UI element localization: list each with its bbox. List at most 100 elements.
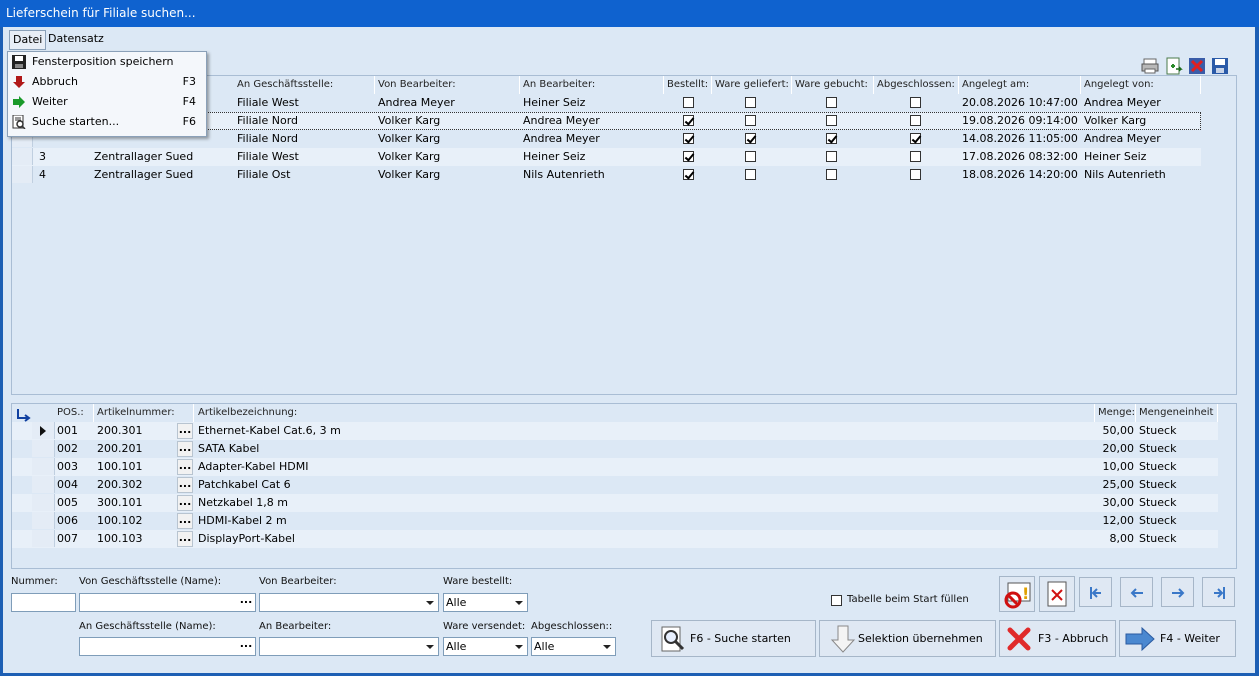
col-an-bearb[interactable]: An Bearbeiter: <box>520 76 664 94</box>
delete-x-icon[interactable] <box>1188 57 1206 75</box>
row-header[interactable] <box>32 494 55 511</box>
ware-versendet-combo[interactable]: Alle <box>443 637 528 656</box>
weiter-button[interactable]: F4 - Weiter <box>1119 620 1236 657</box>
checkbox-geliefert[interactable] <box>745 97 756 108</box>
chevron-down-icon[interactable] <box>422 638 438 655</box>
clear-document-icon <box>1047 581 1067 607</box>
table-row[interactable]: 4 Zentrallager Sued Filiale Ost Volker Karg… <box>12 166 1201 184</box>
checkbox-abgeschlossen[interactable] <box>910 169 921 180</box>
export-excel-icon[interactable] <box>1165 57 1183 75</box>
article-browse-button[interactable]: ... <box>177 513 193 529</box>
list-item[interactable]: 007 100.103 DisplayPort-Kabel... 8,00 Stueck <box>12 530 1218 548</box>
checkbox-gebucht[interactable] <box>826 115 837 126</box>
article-browse-button[interactable]: ... <box>177 423 193 439</box>
abbruch-button[interactable]: F3 - Abbruch <box>999 620 1116 657</box>
row-header[interactable] <box>32 422 55 439</box>
article-browse-button[interactable]: ... <box>177 477 193 493</box>
chevron-down-icon[interactable] <box>511 594 527 611</box>
row-header[interactable] <box>32 458 55 475</box>
col-menge[interactable]: Menge: <box>1095 404 1136 422</box>
clear-filter-button[interactable] <box>1039 576 1075 612</box>
nummer-input[interactable] <box>11 593 76 612</box>
col-geliefert[interactable]: Ware geliefert: <box>712 76 792 94</box>
menu-datensatz[interactable]: Datensatz <box>45 30 107 48</box>
row-header[interactable] <box>32 530 55 547</box>
selektion-uebernehmen-button[interactable]: Selektion übernehmen <box>819 620 996 657</box>
checkbox-geliefert[interactable] <box>745 115 756 126</box>
menu-suche-starten[interactable]: Suche starten... F6 <box>8 112 206 132</box>
printer-icon[interactable] <box>1141 57 1159 75</box>
row-header[interactable] <box>32 512 55 529</box>
checkbox-gebucht[interactable] <box>826 169 837 180</box>
row-header[interactable] <box>32 476 55 493</box>
col-angelegt-von[interactable]: Angelegt von: <box>1081 76 1201 94</box>
col-angelegt-am[interactable]: Angelegt am: <box>959 76 1081 94</box>
checkbox-abgeschlossen[interactable] <box>910 115 921 126</box>
checkbox-abgeschlossen[interactable] <box>910 133 921 144</box>
checkbox-gebucht[interactable] <box>826 97 837 108</box>
cell-artnr: 100.103 <box>97 532 143 545</box>
chevron-down-icon[interactable] <box>599 638 615 655</box>
von-bearb-combo[interactable] <box>259 593 439 612</box>
list-item[interactable]: 002 200.201 SATA Kabel... 20,00 Stueck <box>12 440 1218 458</box>
col-gebucht[interactable]: Ware gebucht: <box>792 76 874 94</box>
article-browse-button[interactable]: ... <box>177 441 193 457</box>
von-gs-browse-button[interactable]: ... <box>237 594 255 611</box>
warning-button[interactable]: ! <box>999 576 1035 612</box>
von-gs-input[interactable]: ... <box>79 593 256 612</box>
suche-starten-button[interactable]: F6 - Suche starten <box>651 620 816 657</box>
checkbox-bestellt[interactable] <box>683 151 694 162</box>
checkbox-geliefert[interactable] <box>745 133 756 144</box>
abgeschlossen-combo[interactable]: Alle <box>531 637 616 656</box>
checkbox-bestellt[interactable] <box>683 115 694 126</box>
menu-fensterposition[interactable]: Fensterposition speichern <box>8 52 206 72</box>
list-item[interactable]: 006 100.102 HDMI-Kabel 2 m... 12,00 Stueck <box>12 512 1218 530</box>
article-browse-button[interactable]: ... <box>177 531 193 547</box>
tabelle-start-checkbox[interactable] <box>831 595 842 606</box>
label-ware-versendet: Ware versendet: <box>443 621 526 632</box>
expand-arrow-icon[interactable] <box>15 408 31 422</box>
col-pos[interactable]: POS.: <box>54 404 94 422</box>
col-mengeneinheit[interactable]: Mengeneinheit <box>1136 404 1218 422</box>
checkbox-gebucht[interactable] <box>826 133 837 144</box>
col-artikelnummer[interactable]: Artikelnummer: <box>94 404 194 422</box>
col-von-bearb[interactable]: Von Bearbeiter: <box>375 76 520 94</box>
menu-weiter[interactable]: Weiter F4 <box>8 92 206 112</box>
col-artikelbezeichnung[interactable]: Artikelbezeichnung: <box>195 404 1095 422</box>
row-header[interactable] <box>12 148 33 165</box>
checkbox-abgeschlossen[interactable] <box>910 151 921 162</box>
checkbox-geliefert[interactable] <box>745 151 756 162</box>
list-item[interactable]: 001 200.301 Ethernet-Kabel Cat.6, 3 m... 50… <box>12 422 1218 440</box>
list-item[interactable]: 003 100.101 Adapter-Kabel HDMI... 10,00 Stue… <box>12 458 1218 476</box>
checkbox-abgeschlossen[interactable] <box>910 97 921 108</box>
an-gs-browse-button[interactable]: ... <box>237 638 255 655</box>
first-record-button[interactable] <box>1079 577 1112 607</box>
row-header[interactable] <box>32 440 55 457</box>
last-record-button[interactable] <box>1202 577 1235 607</box>
cell-menge: 8,00 <box>1109 532 1135 545</box>
menu-abbruch[interactable]: Abbruch F3 <box>8 72 206 92</box>
ware-bestellt-combo[interactable]: Alle <box>443 593 528 612</box>
checkbox-gebucht[interactable] <box>826 151 837 162</box>
col-abgeschlossen[interactable]: Abgeschlossen: <box>874 76 959 94</box>
chevron-down-icon[interactable] <box>511 638 527 655</box>
next-record-button[interactable] <box>1161 577 1194 607</box>
chevron-down-icon[interactable] <box>422 594 438 611</box>
an-bearb-combo[interactable] <box>259 637 439 656</box>
col-bestellt[interactable]: Bestellt: <box>664 76 712 94</box>
article-browse-button[interactable]: ... <box>177 459 193 475</box>
checkbox-bestellt[interactable] <box>683 169 694 180</box>
list-item[interactable]: 004 200.302 Patchkabel Cat 6... 25,00 Stueck <box>12 476 1218 494</box>
col-an-gs[interactable]: An Geschäftsstelle: <box>234 76 375 94</box>
checkbox-bestellt[interactable] <box>683 133 694 144</box>
menu-datei[interactable]: Datei <box>9 30 47 50</box>
save-icon[interactable] <box>1211 57 1229 75</box>
list-item[interactable]: 005 300.101 Netzkabel 1,8 m... 30,00 Stueck <box>12 494 1218 512</box>
an-gs-input[interactable]: ... <box>79 637 256 656</box>
checkbox-bestellt[interactable] <box>683 97 694 108</box>
checkbox-geliefert[interactable] <box>745 169 756 180</box>
article-browse-button[interactable]: ... <box>177 495 193 511</box>
prev-record-button[interactable] <box>1120 577 1153 607</box>
table-row[interactable]: 3 Zentrallager Sued Filiale West Volker Kar… <box>12 148 1201 166</box>
row-header[interactable] <box>12 166 33 183</box>
